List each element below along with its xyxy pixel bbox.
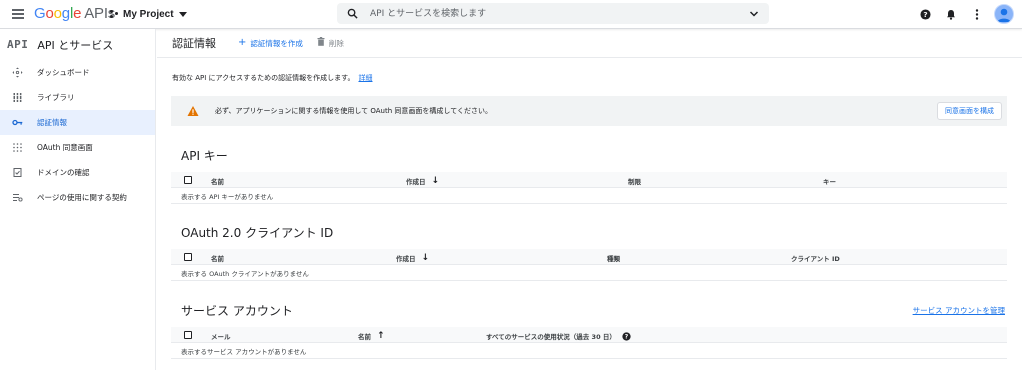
api-keys-table: 名前 作成日 ↓ 制限 キー 表示する API キーがありません xyxy=(171,172,1007,204)
sidebar-item-page-usage-agreements[interactable]: ページの使用に関する契約 xyxy=(0,185,155,210)
column-name[interactable]: 名前 xyxy=(211,176,224,186)
sidebar-item-label: 認証情報 xyxy=(37,118,67,127)
top-right-actions: ? xyxy=(910,3,1014,25)
oauth-clients-table: 名前 作成日 ↓ 種類 クライアント ID 表示する OAuth クライアントがあ… xyxy=(171,249,1007,281)
svg-text:?: ? xyxy=(625,333,629,340)
sidebar-item-library[interactable]: ライブラリ xyxy=(0,85,155,110)
key-icon xyxy=(12,117,23,128)
sidebar-item-oauth-consent[interactable]: OAuth 同意画面 xyxy=(0,135,155,160)
sidebar-item-dashboard[interactable]: ダッシュボード xyxy=(0,60,155,85)
service-accounts-title: サービス アカウント xyxy=(181,304,293,318)
page-header: 認証情報 + 認証情報を作成 削除 xyxy=(157,29,1022,58)
google-apis-logo[interactable]: Google APIs xyxy=(34,5,115,22)
empty-message: 表示するサービス アカウントがありません xyxy=(171,343,1007,359)
search-icon xyxy=(347,8,358,19)
create-credentials-button[interactable]: + 認証情報を作成 xyxy=(238,38,303,49)
create-credentials-label: 認証情報を作成 xyxy=(250,38,303,48)
menu-icon[interactable] xyxy=(12,9,24,19)
plus-icon: + xyxy=(238,37,247,48)
learn-more-link[interactable]: 詳細 xyxy=(358,74,372,82)
empty-message: 表示する API キーがありません xyxy=(171,188,1007,204)
sidebar-item-label: ライブラリ xyxy=(37,93,75,102)
notifications-icon[interactable] xyxy=(940,3,962,25)
select-all-checkbox[interactable] xyxy=(184,253,192,261)
warning-text: 必ず、アプリケーションに関する情報を使用して OAuth 同意画面を構成してくだ… xyxy=(215,107,492,115)
sidebar-item-credentials[interactable]: 認証情報 xyxy=(0,110,155,135)
table-header: メール 名前 ↑ すべてのサービスの使用状況（過去 30 日） ? xyxy=(171,327,1007,343)
sidebar-item-label: ドメインの確認 xyxy=(37,168,90,177)
chevron-down-icon xyxy=(178,12,187,17)
more-vert-icon[interactable] xyxy=(966,3,988,25)
warning-icon xyxy=(187,106,199,116)
top-app-bar: GoogleAPIs My Project ? xyxy=(0,0,1022,29)
project-name: My Project xyxy=(123,9,174,20)
help-icon[interactable]: ? xyxy=(622,331,631,341)
column-client-id[interactable]: クライアント ID xyxy=(791,253,840,263)
api-logo: API xyxy=(7,38,29,51)
trash-icon xyxy=(317,37,325,49)
column-key[interactable]: キー xyxy=(823,176,836,186)
help-icon[interactable]: ? xyxy=(914,3,936,25)
sidebar-item-label: OAuth 同意画面 xyxy=(37,143,93,152)
service-accounts-table: メール 名前 ↑ すべてのサービスの使用状況（過去 30 日） ? 表示するサービ… xyxy=(171,327,1007,359)
empty-message: 表示する OAuth クライアントがありません xyxy=(171,265,1007,281)
oauth-clients-title: OAuth 2.0 クライアント ID xyxy=(181,226,334,240)
column-restriction[interactable]: 制限 xyxy=(628,176,641,186)
sidebar-item-domain-verification[interactable]: ドメインの確認 xyxy=(0,160,155,185)
search-input[interactable] xyxy=(370,5,740,22)
svg-text:?: ? xyxy=(923,9,927,18)
arrow-down-icon: ↓ xyxy=(431,175,440,186)
table-header: 名前 作成日 ↓ 種類 クライアント ID xyxy=(171,249,1007,265)
sidebar-title: API とサービス xyxy=(37,38,114,52)
delete-button[interactable]: 削除 xyxy=(317,37,344,49)
column-type[interactable]: 種類 xyxy=(607,253,620,263)
column-created[interactable]: 作成日 ↓ xyxy=(396,253,429,263)
arrow-down-icon: ↓ xyxy=(421,252,430,263)
table-header: 名前 作成日 ↓ 制限 キー xyxy=(171,172,1007,188)
sidebar-item-label: ページの使用に関する契約 xyxy=(37,193,127,202)
consent-icon xyxy=(12,142,23,153)
project-icon xyxy=(110,10,119,19)
sidebar-item-label: ダッシュボード xyxy=(37,68,90,77)
warning-banner: 必ず、アプリケーションに関する情報を使用して OAuth 同意画面を構成してくだ… xyxy=(171,96,1007,126)
column-email[interactable]: メール xyxy=(211,331,231,341)
main-content: 認証情報 + 認証情報を作成 削除 有効な API にアクセスするための認証情報… xyxy=(157,29,1022,370)
page-title: 認証情報 xyxy=(172,37,216,50)
project-selector[interactable]: My Project xyxy=(110,6,187,23)
sidebar-header: API API とサービス xyxy=(0,29,155,60)
manage-service-accounts-link[interactable]: サービス アカウントを管理 xyxy=(913,305,1005,316)
intro-text: 有効な API にアクセスするための認証情報を作成します。 詳細 xyxy=(172,74,373,82)
api-keys-title: API キー xyxy=(181,149,228,163)
domain-verify-icon xyxy=(12,167,23,178)
library-icon xyxy=(12,92,23,103)
search-bar[interactable] xyxy=(337,3,769,24)
search-expand-icon[interactable] xyxy=(749,9,759,19)
configure-consent-screen-button[interactable]: 同意画面を構成 xyxy=(937,102,1002,120)
sidebar: API API とサービス ダッシュボード ライブラリ 認証情報 OAuth 同… xyxy=(0,29,156,370)
avatar-icon xyxy=(997,8,1011,22)
arrow-up-icon: ↑ xyxy=(377,330,385,341)
select-all-checkbox[interactable] xyxy=(184,176,192,184)
dashboard-icon xyxy=(12,67,23,78)
column-usage[interactable]: すべてのサービスの使用状況（過去 30 日） ? xyxy=(486,331,631,341)
account-avatar[interactable] xyxy=(994,4,1014,24)
column-name[interactable]: 名前 xyxy=(211,253,224,263)
agreement-icon xyxy=(12,192,23,203)
column-created[interactable]: 作成日 ↓ xyxy=(406,176,439,186)
select-all-checkbox[interactable] xyxy=(184,331,192,339)
column-name[interactable]: 名前 ↑ xyxy=(358,331,385,341)
delete-label: 削除 xyxy=(328,38,344,48)
